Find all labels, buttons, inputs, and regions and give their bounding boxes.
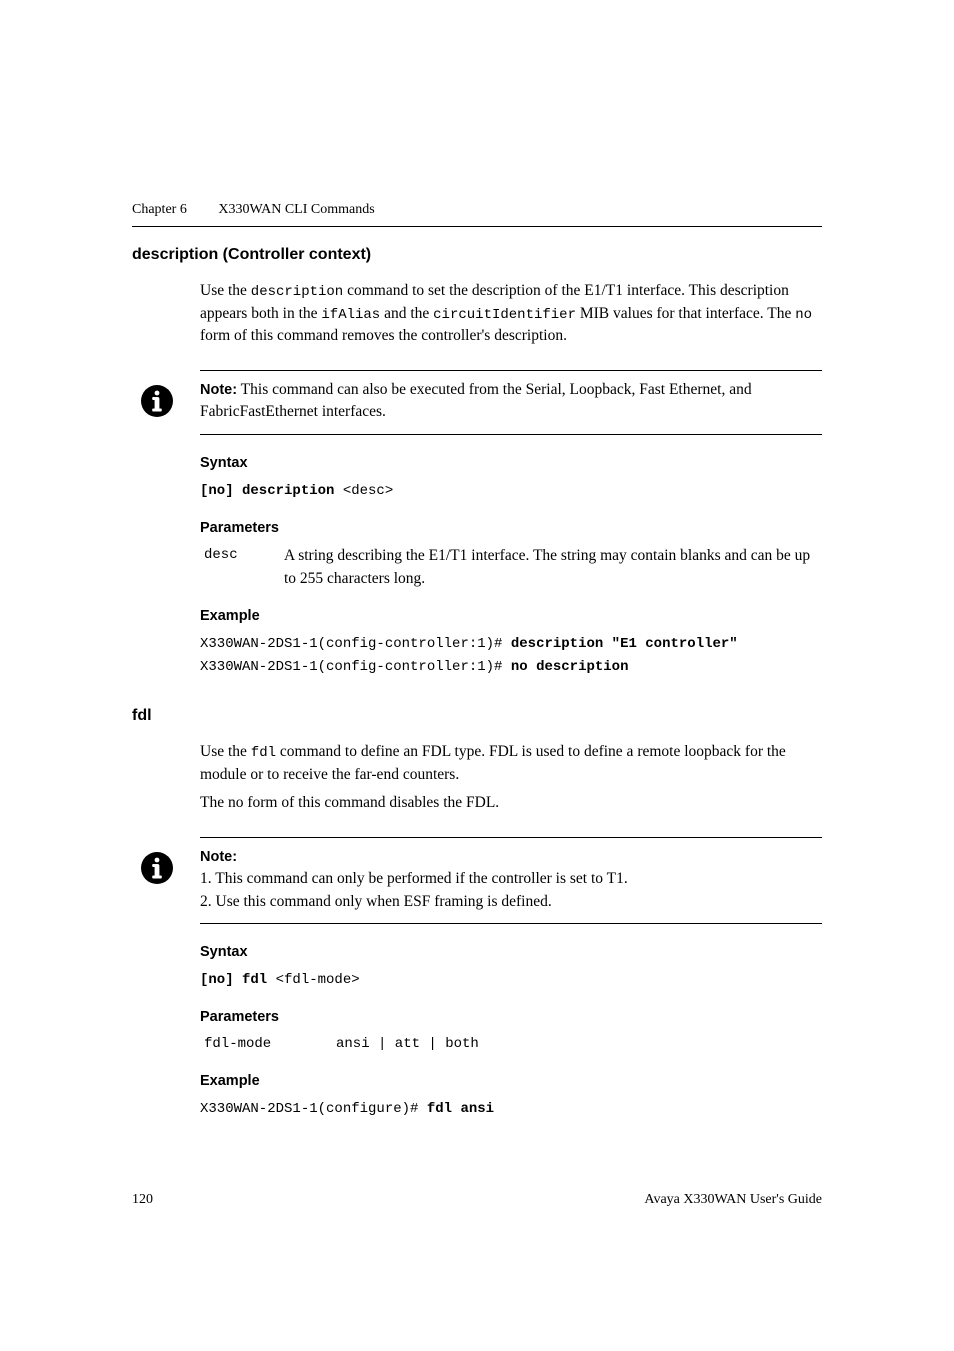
info-icon	[140, 384, 174, 418]
note-item-1: 1. This command can only be performed if…	[200, 868, 822, 890]
syntax-label: Syntax	[200, 453, 822, 474]
rule-under-head	[132, 226, 822, 227]
note-text: This command can also be executed from t…	[200, 381, 752, 420]
note-label: Note:	[200, 382, 237, 398]
note-rule	[200, 923, 822, 924]
param-key: desc	[204, 545, 260, 590]
section2-intro2: The no form of this command disables the…	[200, 792, 822, 814]
example-label: Example	[200, 1071, 822, 1092]
section1-intro: Use the description command to set the d…	[200, 280, 822, 347]
page-footer: 120 Avaya X330WAN User's Guide	[0, 1190, 954, 1210]
example-line-1: X330WAN-2DS1-1(config-controller:1)# des…	[200, 633, 822, 655]
param-key: fdl-mode	[204, 1034, 312, 1054]
parameters-label: Parameters	[200, 518, 822, 539]
parameters-label: Parameters	[200, 1007, 822, 1028]
param-desc: A string describing the E1/T1 interface.…	[284, 545, 822, 590]
running-head-title: X330WAN CLI Commands	[218, 200, 374, 220]
example-line-2: X330WAN-2DS1-1(config-controller:1)# no …	[200, 656, 822, 678]
running-head: Chapter 6 X330WAN CLI Commands	[132, 200, 822, 220]
example-line: X330WAN-2DS1-1(configure)# fdl ansi	[200, 1098, 822, 1120]
param-row: fdl-mode ansi | att | both	[204, 1034, 822, 1054]
section2-intro1: Use the fdl command to define an FDL typ…	[200, 741, 822, 786]
param-desc: ansi | att | both	[336, 1034, 822, 1054]
note-label: Note:	[200, 849, 237, 865]
syntax-line: [no] description <desc>	[200, 480, 822, 502]
section-title-description: description (Controller context)	[132, 243, 822, 266]
note-block-2: Note: 1. This command can only be perfor…	[132, 837, 822, 924]
book-title: Avaya X330WAN User's Guide	[644, 1190, 822, 1210]
note-rule	[200, 434, 822, 435]
info-icon	[140, 851, 174, 885]
note-block-1: Note: This command can also be executed …	[132, 370, 822, 435]
syntax-line: [no] fdl <fdl-mode>	[200, 969, 822, 991]
page-number: 120	[132, 1190, 153, 1210]
param-row: desc A string describing the E1/T1 inter…	[204, 545, 822, 590]
section-title-fdl: fdl	[132, 704, 822, 727]
syntax-label: Syntax	[200, 942, 822, 963]
page-body: Chapter 6 X330WAN CLI Commands descripti…	[0, 200, 954, 1120]
note-item-2: 2. Use this command only when ESF framin…	[200, 891, 822, 913]
example-label: Example	[200, 606, 822, 627]
running-head-chapter: Chapter 6	[132, 200, 187, 220]
